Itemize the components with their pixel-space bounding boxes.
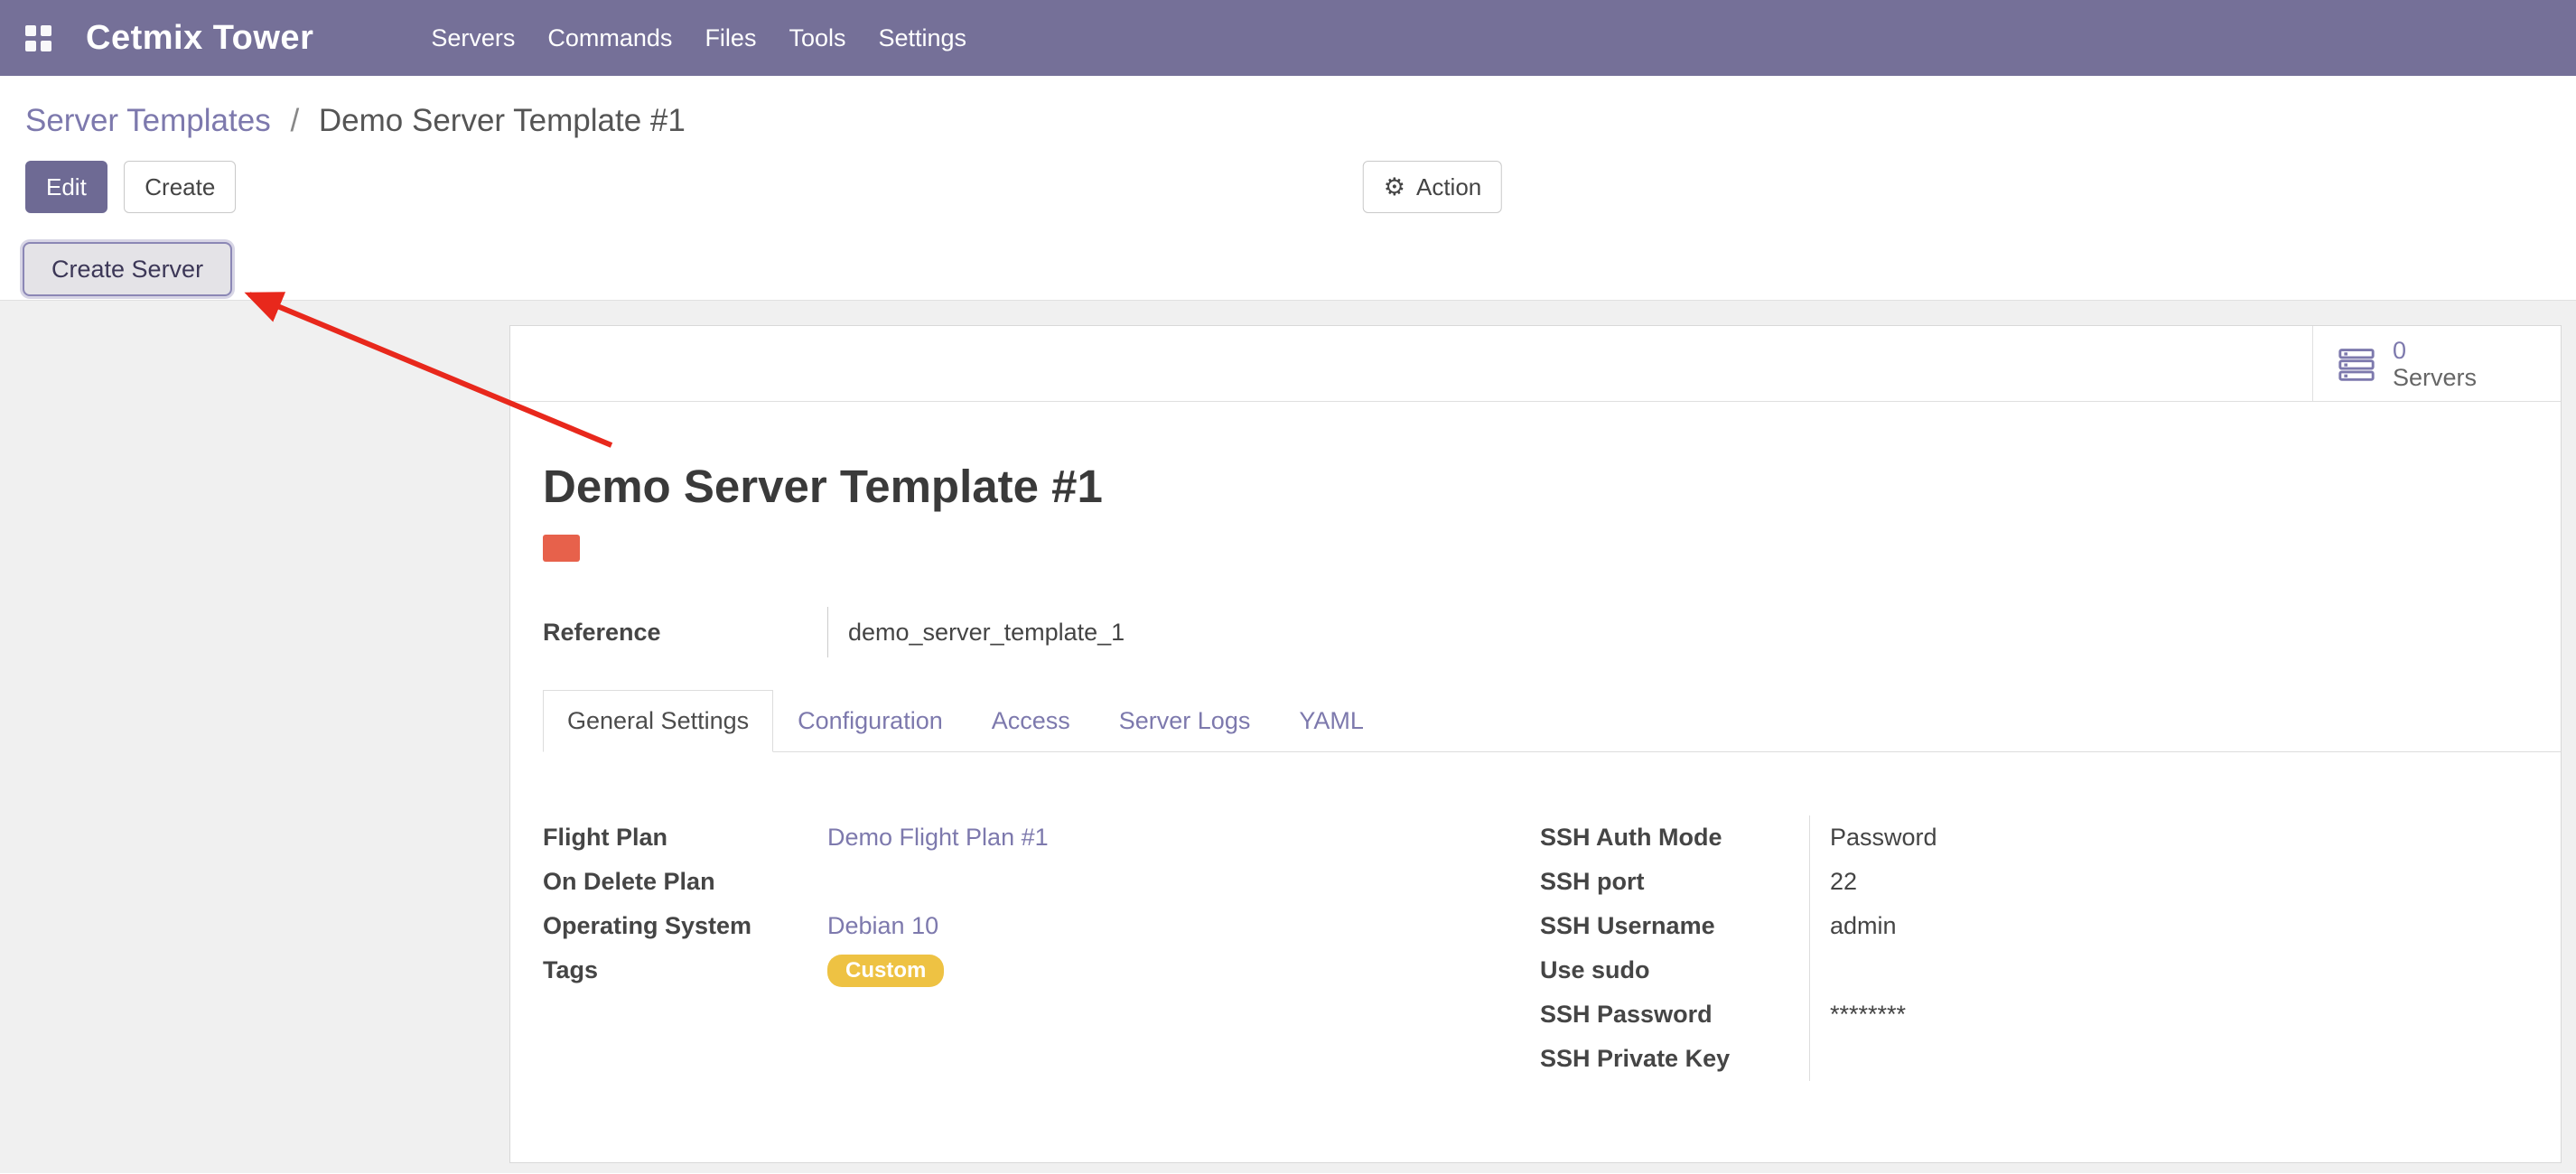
card-header: 0 Servers xyxy=(510,326,2561,402)
field-on-delete-plan: On Delete Plan xyxy=(543,860,1540,904)
field-label: SSH Username xyxy=(1540,912,1809,940)
server-template-form: 0 Servers Demo Server Template #1 Refere… xyxy=(509,325,2562,1163)
edit-button[interactable]: Edit xyxy=(25,161,107,213)
field-tags: Tags Custom xyxy=(543,948,1540,992)
tab-server-logs[interactable]: Server Logs xyxy=(1095,690,1275,752)
servers-count: 0 xyxy=(2393,337,2477,364)
field-value: Password xyxy=(1809,815,2506,860)
create-button[interactable]: Create xyxy=(124,161,236,213)
field-operating-system: Operating System Debian 10 xyxy=(543,904,1540,948)
field-label: SSH port xyxy=(1540,868,1809,896)
servers-stat-label: Servers xyxy=(2393,364,2477,391)
nav-item-commands[interactable]: Commands xyxy=(531,14,688,63)
field-value xyxy=(1809,1037,2506,1081)
breadcrumb-separator: / xyxy=(290,103,299,138)
field-label: Flight Plan xyxy=(543,824,827,852)
field-ssh-port: SSH port 22 xyxy=(1540,860,2506,904)
field-label: On Delete Plan xyxy=(543,868,827,896)
control-panel: Server Templates / Demo Server Template … xyxy=(0,76,2576,301)
top-navbar: Cetmix Tower Servers Commands Files Tool… xyxy=(0,0,2576,76)
flight-plan-link[interactable]: Demo Flight Plan #1 xyxy=(827,824,1049,852)
nav-item-files[interactable]: Files xyxy=(688,14,772,63)
field-groups: Flight Plan Demo Flight Plan #1 On Delet… xyxy=(543,815,2561,1081)
button-row: Edit Create ⚙ Action xyxy=(25,161,2576,215)
create-server-button[interactable]: Create Server xyxy=(23,242,232,296)
field-label: Operating System xyxy=(543,912,827,940)
field-ssh-private-key: SSH Private Key xyxy=(1540,1037,2506,1081)
field-value: demo_server_template_1 xyxy=(827,607,2561,657)
tab-yaml[interactable]: YAML xyxy=(1274,690,1388,752)
statusbar: Create Server xyxy=(23,242,2576,296)
servers-stat-button[interactable]: 0 Servers xyxy=(2312,326,2561,401)
apps-menu-icon[interactable] xyxy=(25,25,51,51)
field-flight-plan: Flight Plan Demo Flight Plan #1 xyxy=(543,815,1540,860)
breadcrumb-parent-link[interactable]: Server Templates xyxy=(25,103,271,138)
tab-general-settings[interactable]: General Settings xyxy=(543,690,773,752)
template-title: Demo Server Template #1 xyxy=(543,460,2561,513)
breadcrumb: Server Templates / Demo Server Template … xyxy=(0,76,2576,139)
tab-access[interactable]: Access xyxy=(967,690,1095,752)
field-label: Tags xyxy=(543,956,827,984)
field-use-sudo: Use sudo xyxy=(1540,948,2506,992)
nav-item-servers[interactable]: Servers xyxy=(415,14,531,63)
brand-title[interactable]: Cetmix Tower xyxy=(86,19,313,58)
right-field-group: SSH Auth Mode Password SSH port 22 SSH U… xyxy=(1540,815,2506,1081)
field-label: Use sudo xyxy=(1540,956,1809,984)
action-menu-label: Action xyxy=(1416,173,1481,201)
card-body: Demo Server Template #1 Reference demo_s… xyxy=(510,402,2561,1081)
field-ssh-auth-mode: SSH Auth Mode Password xyxy=(1540,815,2506,860)
field-label: Reference xyxy=(543,607,827,657)
action-menu-button[interactable]: ⚙ Action xyxy=(1363,161,1502,213)
field-ssh-password: SSH Password ******** xyxy=(1540,992,2506,1037)
nav-item-settings[interactable]: Settings xyxy=(862,14,983,63)
field-value: admin xyxy=(1809,904,2506,948)
field-label: SSH Password xyxy=(1540,1001,1809,1029)
servers-icon xyxy=(2337,346,2376,382)
operating-system-link[interactable]: Debian 10 xyxy=(827,912,938,940)
tag-badge: Custom xyxy=(827,955,944,987)
field-value xyxy=(1809,948,2506,992)
field-label: SSH Auth Mode xyxy=(1540,824,1809,852)
field-value: 22 xyxy=(1809,860,2506,904)
notebook-tabs: General Settings Configuration Access Se… xyxy=(543,690,2561,752)
main-menu: Servers Commands Files Tools Settings xyxy=(415,14,983,63)
field-ssh-username: SSH Username admin xyxy=(1540,904,2506,948)
field-label: SSH Private Key xyxy=(1540,1045,1809,1073)
color-swatch xyxy=(543,535,580,562)
breadcrumb-current: Demo Server Template #1 xyxy=(319,103,686,138)
left-field-group: Flight Plan Demo Flight Plan #1 On Delet… xyxy=(543,815,1540,1081)
field-reference: Reference demo_server_template_1 xyxy=(543,607,2561,657)
tab-configuration[interactable]: Configuration xyxy=(773,690,967,752)
nav-item-tools[interactable]: Tools xyxy=(772,14,862,63)
content-area: 0 Servers Demo Server Template #1 Refere… xyxy=(0,301,2576,1173)
field-value: ******** xyxy=(1809,992,2506,1037)
gear-icon: ⚙ xyxy=(1384,175,1405,200)
